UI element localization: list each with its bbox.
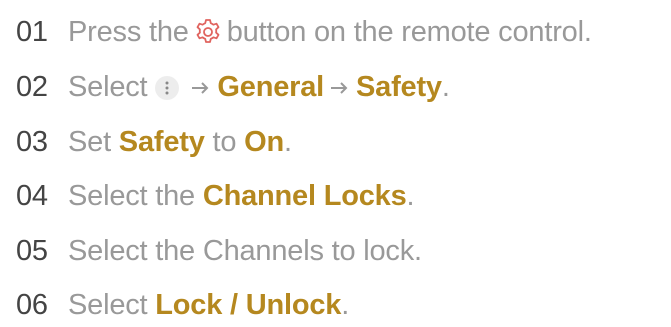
step-4: 04 Select the Channel Locks. — [16, 176, 415, 216]
step-number: 05 — [16, 234, 48, 267]
step-text: Select the Channels to lock. — [68, 234, 422, 267]
step-5: 05 Select the Channels to lock. — [16, 231, 422, 271]
step-2: 02 Select General Safety . — [16, 67, 450, 107]
step-text: Press the — [68, 15, 189, 48]
step-number: 06 — [16, 288, 48, 321]
instruction-list: 01 Press the button on the remote contro… — [0, 0, 671, 327]
step-punctuation: . — [284, 125, 292, 158]
step-text: Select — [68, 70, 148, 103]
step-6: 06 Select Lock / Unlock. — [16, 285, 349, 325]
setting-name: Safety — [118, 125, 205, 158]
step-text: Select — [68, 288, 148, 321]
step-text: Set — [68, 125, 111, 158]
more-options-icon — [155, 76, 180, 100]
setting-value: On — [244, 125, 285, 158]
step-3: 03 Set Safety to On. — [16, 122, 292, 162]
step-number: 03 — [16, 125, 48, 158]
step-punctuation: . — [341, 288, 350, 321]
step-number: 01 — [16, 15, 48, 48]
step-text: to — [212, 125, 237, 158]
gear-icon — [193, 17, 223, 47]
step-number: 02 — [16, 70, 48, 103]
step-punctuation: . — [441, 70, 450, 103]
menu-target: Lock / Unlock — [155, 288, 342, 321]
menu-path-safety: Safety — [356, 70, 442, 103]
step-text: button on the remote control. — [226, 15, 592, 48]
arrow-right-icon — [191, 80, 211, 96]
step-1: 01 Press the button on the remote contro… — [16, 12, 592, 52]
arrow-right-icon — [330, 80, 350, 96]
menu-target: Channel Locks — [202, 179, 407, 212]
step-text: Select the — [68, 179, 195, 212]
step-punctuation: . — [406, 179, 415, 212]
step-number: 04 — [16, 179, 48, 212]
menu-path-general: General — [217, 70, 325, 103]
